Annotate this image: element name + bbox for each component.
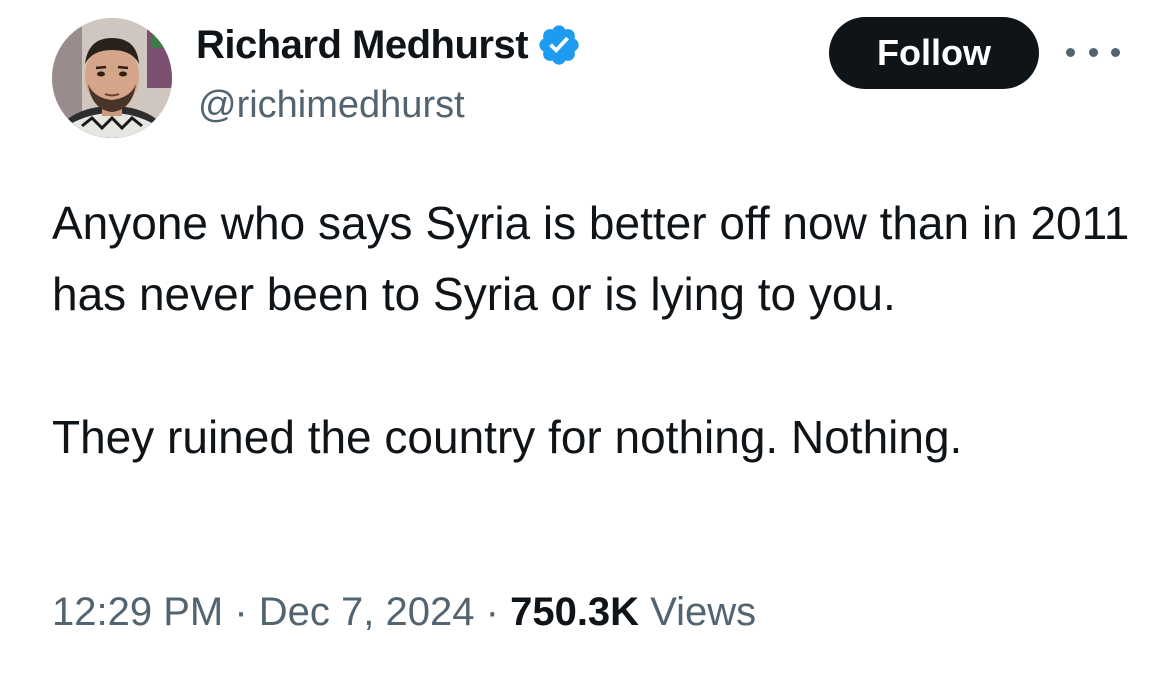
follow-button[interactable]: Follow — [829, 17, 1039, 89]
avatar[interactable] — [52, 18, 172, 138]
tweet-text: Anyone who says Syria is better off now … — [52, 188, 1132, 473]
display-name-text: Richard Medhurst — [196, 22, 529, 67]
meta-separator: · — [234, 590, 248, 634]
avatar-image — [52, 18, 172, 138]
views-count: 750.3K — [510, 590, 640, 634]
tweet-meta: 12:29 PM · Dec 7, 2024 · 750.3K Views — [52, 590, 756, 635]
more-horizontal-icon[interactable] — [1066, 38, 1120, 66]
tweet-card: Richard Medhurst @richimedhurst Follow A… — [0, 0, 1170, 680]
tweet-date[interactable]: Dec 7, 2024 — [259, 590, 475, 634]
display-name[interactable]: Richard Medhurst — [196, 22, 582, 68]
verified-badge-icon[interactable] — [536, 22, 582, 68]
user-handle[interactable]: @richimedhurst — [198, 84, 465, 127]
meta-separator: · — [485, 590, 499, 634]
tweet-time[interactable]: 12:29 PM — [52, 590, 223, 634]
views-label: Views — [650, 590, 757, 634]
tweet-paragraph: Anyone who says Syria is better off now … — [52, 197, 1130, 320]
tweet-paragraph: They ruined the country for nothing. Not… — [52, 411, 963, 463]
